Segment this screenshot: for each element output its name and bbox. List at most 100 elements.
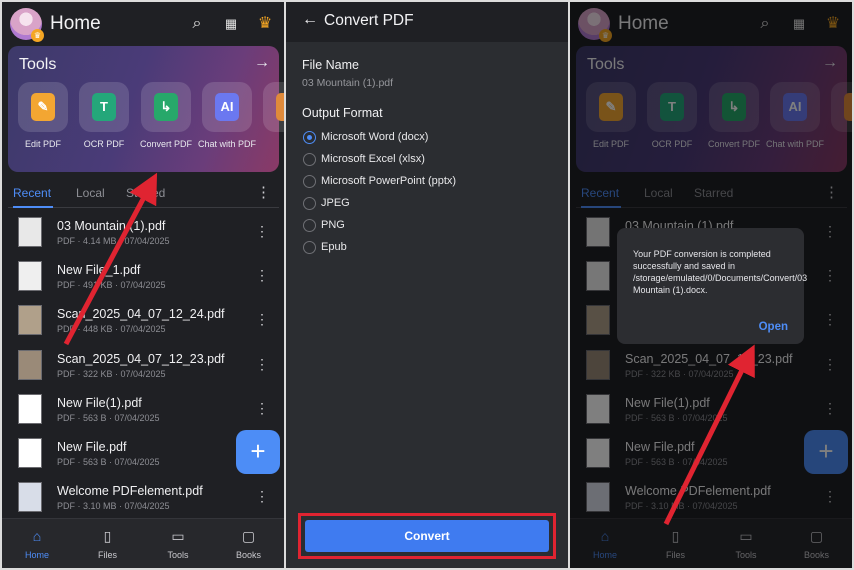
tools-card: Tools → ✎ Edit PDF T OCR PDF ↳ Convert P… bbox=[8, 46, 284, 172]
file-name: Scan_2025_04_07_12_24.pdf bbox=[57, 307, 225, 322]
tool-tile: T bbox=[79, 82, 129, 132]
file-name: New File(1).pdf bbox=[57, 395, 142, 410]
format-option-label: Microsoft Excel (xlsx) bbox=[321, 153, 425, 165]
file-thumbnail bbox=[18, 305, 42, 336]
file-thumbnail bbox=[18, 393, 42, 424]
files-icon: ▯ bbox=[103, 528, 112, 544]
add-button[interactable]: + bbox=[236, 430, 280, 474]
home-header: ♛ Home ⌕ ▦ ♛ bbox=[2, 2, 284, 46]
nav-home[interactable]: ⌂ Home bbox=[2, 519, 72, 568]
conversion-complete-dialog: Your PDF conversion is completed success… bbox=[617, 228, 807, 344]
file-row[interactable]: Scan_2025_04_07_12_24.pdf PDF · 448 KB ·… bbox=[8, 299, 279, 343]
file-row[interactable]: New File(1).pdf PDF · 563 B · 07/04/2025… bbox=[8, 388, 279, 432]
file-meta: PDF · 448 KB · 07/04/2025 bbox=[57, 324, 166, 335]
tool-4[interactable]: In bbox=[257, 82, 284, 150]
nav-label: Books bbox=[235, 550, 261, 560]
books-icon: ▢ bbox=[241, 528, 256, 544]
tools-icon: ▭ bbox=[171, 528, 185, 544]
tool-2[interactable]: ↳ Convert PDF bbox=[135, 82, 197, 150]
file-meta: PDF · 563 B · 07/04/2025 bbox=[57, 412, 160, 423]
nav-files[interactable]: ▯ Files bbox=[73, 519, 143, 568]
scan-icon[interactable]: ▦ bbox=[221, 14, 241, 34]
home-screen-with-dialog: ♛ Home ⌕ ▦ ♛ Tools → ✎ Edit PDF T OCR PD… bbox=[570, 2, 852, 568]
tool-icon bbox=[276, 93, 284, 121]
tool-label: Chat with PDF bbox=[197, 139, 257, 149]
bottom-nav: ⌂ Home ▯ Files ▭ Tools ▢ Books bbox=[2, 518, 284, 568]
radio-button[interactable] bbox=[303, 197, 316, 210]
file-name: Welcome PDFelement.pdf bbox=[57, 484, 203, 499]
nav-label: Tools bbox=[167, 550, 189, 560]
tool-tile: AI bbox=[202, 82, 252, 132]
tool-label: Edit PDF bbox=[24, 139, 61, 149]
badge-icon: ♛ bbox=[31, 29, 44, 42]
tool-icon: ↳ bbox=[154, 93, 178, 121]
tool-icon: ✎ bbox=[31, 93, 55, 121]
tool-label: Convert PDF bbox=[139, 139, 192, 149]
format-option-label: JPEG bbox=[321, 197, 350, 209]
convert-button[interactable]: Convert bbox=[305, 520, 549, 552]
nav-label: Home bbox=[24, 550, 49, 560]
tool-0[interactable]: ✎ Edit PDF bbox=[12, 82, 74, 150]
crown-icon[interactable]: ♛ bbox=[255, 14, 275, 34]
file-name: New File_1.pdf bbox=[57, 263, 141, 278]
convert-header: ← Convert PDF bbox=[286, 2, 568, 42]
radio-button[interactable] bbox=[303, 153, 316, 166]
format-option-label: PNG bbox=[321, 219, 345, 231]
file-thumbnail bbox=[18, 261, 42, 292]
file-thumbnail bbox=[18, 437, 42, 468]
nav-tools[interactable]: ▭ Tools bbox=[143, 519, 213, 568]
file-thumbnail bbox=[18, 482, 42, 513]
tab-underline bbox=[13, 206, 53, 208]
file-row[interactable]: 03 Mountain (1).pdf PDF · 4.14 MB · 07/0… bbox=[8, 211, 279, 255]
file-tabs: Recent Local Starred ⋮ bbox=[8, 178, 279, 208]
avatar[interactable]: ♛ bbox=[10, 8, 44, 42]
convert-title: Convert PDF bbox=[324, 12, 414, 29]
file-row[interactable]: New File_1.pdf PDF · 491 KB · 07/04/2025… bbox=[8, 255, 279, 299]
tool-tile bbox=[263, 82, 284, 132]
radio-button[interactable] bbox=[303, 219, 316, 232]
file-list: 03 Mountain (1).pdf PDF · 4.14 MB · 07/0… bbox=[8, 211, 279, 520]
tools-title: Tools bbox=[19, 56, 57, 73]
radio-button[interactable] bbox=[303, 175, 316, 188]
arrow-right-icon[interactable]: → bbox=[254, 54, 270, 72]
convert-button-highlight: Convert bbox=[298, 513, 556, 559]
tool-tile: ✎ bbox=[18, 82, 68, 132]
back-arrow-icon[interactable]: ← bbox=[302, 11, 318, 29]
more-vertical-icon[interactable]: ⋮ bbox=[255, 311, 269, 328]
more-vertical-icon[interactable]: ⋮ bbox=[255, 400, 269, 417]
file-meta: PDF · 563 B · 07/04/2025 bbox=[57, 456, 160, 467]
file-row[interactable]: Welcome PDFelement.pdf PDF · 3.10 MB · 0… bbox=[8, 476, 279, 520]
file-meta: PDF · 4.14 MB · 07/04/2025 bbox=[57, 236, 170, 246]
tool-1[interactable]: T OCR PDF bbox=[73, 82, 135, 150]
file-thumbnail bbox=[18, 349, 42, 380]
more-vertical-icon[interactable]: ⋮ bbox=[256, 183, 271, 201]
radio-button[interactable] bbox=[303, 241, 316, 254]
tool-3[interactable]: AI Chat with PDF bbox=[196, 82, 258, 150]
search-icon[interactable]: ⌕ bbox=[187, 14, 207, 34]
file-thumbnail bbox=[18, 217, 42, 247]
file-name: Scan_2025_04_07_12_23.pdf bbox=[57, 351, 225, 366]
more-vertical-icon[interactable]: ⋮ bbox=[255, 223, 269, 240]
home-icon: ⌂ bbox=[32, 528, 42, 544]
tool-label: OCR PDF bbox=[83, 139, 125, 149]
open-button[interactable]: Open bbox=[759, 321, 788, 333]
home-title: Home bbox=[50, 13, 101, 34]
more-vertical-icon[interactable]: ⋮ bbox=[255, 488, 269, 505]
nav-label: Files bbox=[97, 550, 117, 560]
file-name: 03 Mountain (1).pdf bbox=[57, 219, 166, 233]
tab-starred[interactable]: Starred bbox=[126, 186, 165, 200]
radio-button[interactable] bbox=[303, 131, 316, 144]
file-name: New File.pdf bbox=[57, 439, 127, 454]
file-meta: PDF · 3.10 MB · 07/04/2025 bbox=[57, 501, 170, 512]
file-meta: PDF · 322 KB · 07/04/2025 bbox=[57, 368, 166, 379]
tab-local[interactable]: Local bbox=[76, 186, 105, 200]
more-vertical-icon[interactable]: ⋮ bbox=[255, 356, 269, 373]
home-screen: ♛ Home ⌕ ▦ ♛ Tools → ✎ Edit PDF T OCR PD… bbox=[2, 2, 284, 568]
tab-recent[interactable]: Recent bbox=[13, 186, 51, 200]
tool-tile: ↳ bbox=[141, 82, 191, 132]
file-row[interactable]: Scan_2025_04_07_12_23.pdf PDF · 322 KB ·… bbox=[8, 344, 279, 388]
nav-books[interactable]: ▢ Books bbox=[214, 519, 284, 568]
file-name-label: File Name bbox=[302, 58, 359, 72]
more-vertical-icon[interactable]: ⋮ bbox=[255, 267, 269, 284]
tool-label: In bbox=[257, 139, 284, 150]
